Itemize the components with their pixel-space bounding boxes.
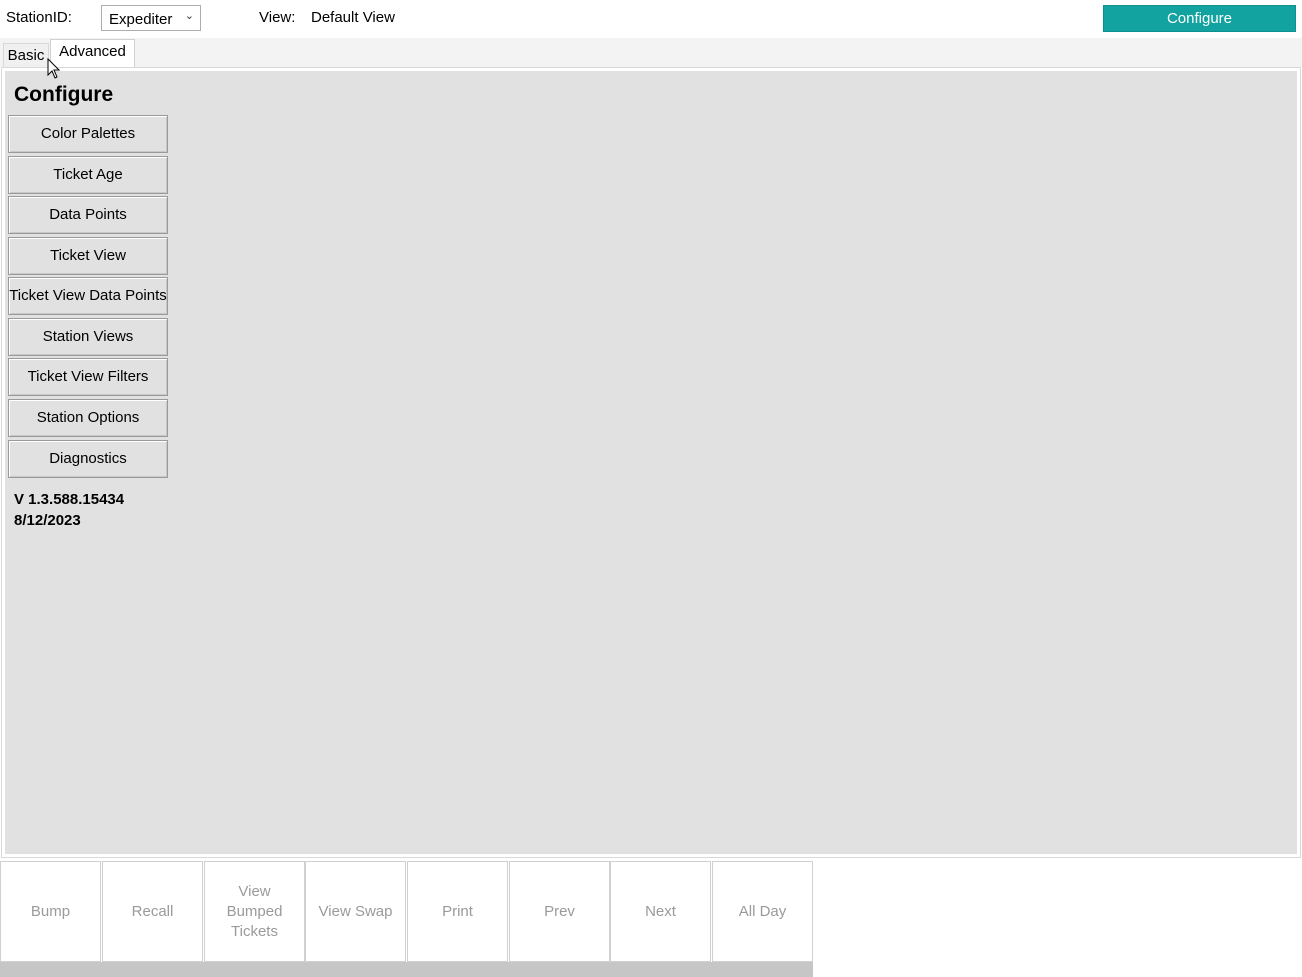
- tab-basic[interactable]: Basic: [3, 43, 49, 68]
- station-id-label: StationID:: [6, 9, 72, 26]
- ticket-view-button[interactable]: Ticket View: [8, 237, 168, 275]
- version-info: V 1.3.588.15434 8/12/2023: [14, 489, 124, 531]
- advanced-panel: Configure Color Palettes Ticket Age Data…: [1, 67, 1301, 858]
- next-button[interactable]: Next: [610, 861, 711, 962]
- prev-button[interactable]: Prev: [509, 861, 610, 962]
- view-bumped-tickets-button[interactable]: View Bumped Tickets: [204, 861, 305, 962]
- tab-advanced[interactable]: Advanced: [50, 39, 135, 68]
- recall-button[interactable]: Recall: [102, 861, 203, 962]
- view-value: Default View: [311, 9, 395, 26]
- all-day-button[interactable]: All Day: [712, 861, 813, 962]
- version-date: 8/12/2023: [14, 512, 81, 529]
- print-button[interactable]: Print: [407, 861, 508, 962]
- horizontal-scrollbar[interactable]: [0, 962, 813, 977]
- configure-area: Configure Color Palettes Ticket Age Data…: [5, 71, 1297, 854]
- ticket-view-data-points-button[interactable]: Ticket View Data Points: [8, 277, 168, 315]
- view-label: View:: [259, 9, 296, 26]
- ticket-age-button[interactable]: Ticket Age: [8, 156, 168, 194]
- station-id-dropdown[interactable]: Expediter ⌄: [101, 5, 201, 31]
- version-number: V 1.3.588.15434: [14, 491, 125, 508]
- mouse-pointer-icon: [47, 58, 61, 79]
- diagnostics-button[interactable]: Diagnostics: [8, 440, 168, 478]
- tab-strip: Basic Advanced: [0, 38, 1302, 68]
- data-points-button[interactable]: Data Points: [8, 196, 168, 234]
- configure-button[interactable]: Configure: [1103, 5, 1296, 32]
- top-bar: StationID: Expediter ⌄ View: Default Vie…: [0, 0, 1302, 38]
- chevron-down-icon: ⌄: [184, 10, 194, 22]
- configure-title: Configure: [14, 83, 114, 106]
- bottom-action-bar: Bump Recall View Bumped Tickets View Swa…: [0, 861, 813, 977]
- station-views-button[interactable]: Station Views: [8, 318, 168, 356]
- bump-button[interactable]: Bump: [0, 861, 101, 962]
- view-swap-button[interactable]: View Swap: [305, 861, 406, 962]
- bottom-empty-area: [813, 858, 1302, 977]
- color-palettes-button[interactable]: Color Palettes: [8, 115, 168, 153]
- ticket-view-filters-button[interactable]: Ticket View Filters: [8, 358, 168, 396]
- station-options-button[interactable]: Station Options: [8, 399, 168, 437]
- station-id-value: Expediter: [109, 11, 173, 28]
